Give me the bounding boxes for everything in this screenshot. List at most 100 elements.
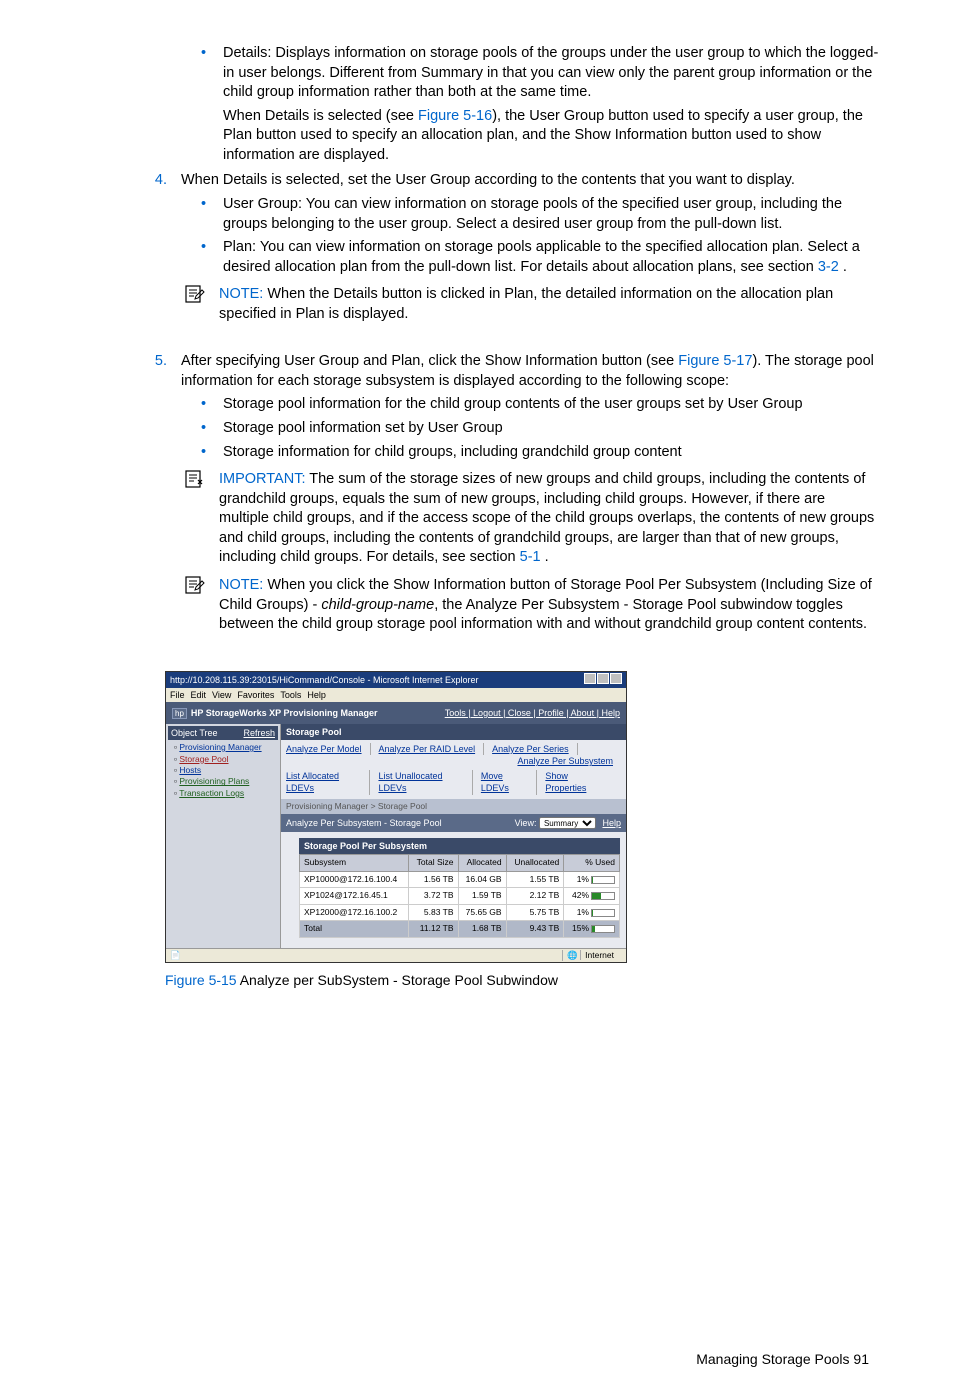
step5-b1-text: Storage pool information for the child g… — [223, 395, 879, 415]
table-row-total: Total11.12 TB1.68 TB9.43 TB15% — [300, 921, 620, 937]
bullet-dot: • — [201, 195, 213, 234]
link-figure-5-16[interactable]: Figure 5-16 — [418, 108, 492, 124]
link-section-5-1[interactable]: 5-1 — [520, 549, 541, 565]
step-4: 4. When Details is selected, set the Use… — [75, 171, 879, 191]
note2-italic: child-group-name — [321, 597, 434, 613]
subheader: Analyze Per Subsystem - Storage Pool Vie… — [281, 814, 626, 832]
bullet-dot: • — [201, 395, 213, 415]
imp-after: . — [541, 549, 549, 565]
tree-header: Object Tree Refresh — [168, 726, 278, 740]
link-list-allocated-ldevs[interactable]: List Allocated LDEVs — [286, 771, 339, 793]
maximize-icon[interactable] — [597, 673, 609, 684]
linkbar-1: Analyze Per Model Analyze Per RAID Level A… — [281, 740, 626, 770]
figure-number: Figure 5-15 — [165, 972, 237, 988]
breadcrumb: Provisioning Manager > Storage Pool — [281, 799, 626, 814]
view-select[interactable]: Summary — [539, 817, 596, 829]
subheader-right: View: Summary Help — [515, 817, 621, 829]
important-icon — [185, 470, 205, 488]
tree-item[interactable]: ▫ Provisioning Manager — [174, 742, 278, 753]
link-figure-5-17[interactable]: Figure 5-17 — [678, 353, 752, 369]
link-analyze-per-raid-level[interactable]: Analyze Per RAID Level — [379, 744, 476, 754]
tree-item[interactable]: ▫ Hosts — [174, 765, 278, 776]
object-tree-panel: Object Tree Refresh ▫ Provisioning Manag… — [166, 724, 281, 948]
step5-b3: • Storage information for child groups, … — [75, 443, 879, 463]
bullet-details-body: Details: Displays information on storage… — [223, 44, 879, 165]
faux-titlebar: http://10.208.115.39:23015/HiCommand/Con… — [166, 672, 626, 688]
step4-note-text: When the Details button is clicked in Pl… — [219, 286, 833, 322]
step4-note-body: NOTE: When the Details button is clicked… — [219, 285, 879, 324]
appbar-left: hp HP StorageWorks XP Provisioning Manage… — [172, 707, 377, 720]
step5-important: IMPORTANT: The sum of the storage sizes … — [75, 470, 879, 568]
step5-important-body: IMPORTANT: The sum of the storage sizes … — [219, 470, 879, 568]
col-header: Subsystem — [300, 855, 409, 871]
faux-appbar: hp HP StorageWorks XP Provisioning Manage… — [166, 702, 626, 724]
faux-title: http://10.208.115.39:23015/HiCommand/Con… — [170, 674, 479, 686]
figure-5-15: http://10.208.115.39:23015/HiCommand/Con… — [165, 671, 879, 990]
view-label: View: — [515, 818, 537, 828]
step-5-body: After specifying User Group and Plan, cl… — [181, 352, 879, 391]
link-move-ldevs[interactable]: Move LDEVs — [481, 771, 509, 793]
status-right: 🌐 Internet — [544, 950, 622, 961]
step-4-num: 4. — [145, 171, 167, 191]
figure-title: Analyze per SubSystem - Storage Pool Sub… — [237, 972, 558, 988]
minimize-icon[interactable] — [584, 673, 596, 684]
status-left: 📄 — [170, 950, 181, 961]
col-header: Unallocated — [506, 855, 564, 871]
note2-label: NOTE: — [219, 577, 267, 593]
linkbar-2: List Allocated LDEVs List Unallocated LDE… — [281, 770, 626, 798]
step5-b2: • Storage pool information set by User G… — [75, 419, 879, 439]
menu-edit[interactable]: Edit — [191, 690, 207, 700]
refresh-link[interactable]: Refresh — [243, 727, 275, 739]
step5-b2-text: Storage pool information set by User Gro… — [223, 419, 879, 439]
menu-view[interactable]: View — [212, 690, 231, 700]
link-analyze-per-model[interactable]: Analyze Per Model — [286, 744, 362, 754]
col-header: % Used — [564, 855, 620, 871]
menu-help[interactable]: Help — [307, 690, 326, 700]
note-label: NOTE: — [219, 286, 267, 302]
main-header: Storage Pool — [281, 724, 626, 740]
link-list-unallocated-ldevs[interactable]: List Unallocated LDEVs — [378, 771, 442, 793]
table-title: Storage Pool Per Subsystem — [299, 838, 620, 854]
step5-b3-text: Storage information for child groups, in… — [223, 443, 879, 463]
step5-b1: • Storage pool information for the child… — [75, 395, 879, 415]
bullet-dot: • — [201, 238, 213, 277]
plan-after: . — [839, 259, 847, 275]
step5-note: NOTE: When you click the Show Informatio… — [75, 576, 879, 635]
bullet-dot: • — [201, 419, 213, 439]
step5-note-body: NOTE: When you click the Show Informatio… — [219, 576, 879, 635]
tree-item[interactable]: ▫ Transaction Logs — [174, 788, 278, 799]
col-header: Total Size — [409, 855, 458, 871]
close-icon[interactable] — [610, 673, 622, 684]
note-icon — [185, 285, 205, 303]
menu-tools[interactable]: Tools — [280, 690, 301, 700]
app-links[interactable]: Tools | Logout | Close | Profile | About… — [445, 707, 620, 719]
link-show-properties[interactable]: Show Properties — [545, 771, 586, 793]
faux-menubar: File Edit View Favorites Tools Help — [166, 688, 626, 702]
statusbar: 📄 🌐 Internet — [166, 948, 626, 962]
col-header: Allocated — [458, 855, 506, 871]
link-analyze-per-subsystem[interactable]: Analyze Per Subsystem — [517, 756, 613, 766]
step-5-num: 5. — [145, 352, 167, 391]
menu-favorites[interactable]: Favorites — [237, 690, 274, 700]
step4-plan-body: Plan: You can view information on storag… — [223, 238, 879, 277]
step-5: 5. After specifying User Group and Plan,… — [75, 352, 879, 391]
table-row: XP10000@172.16.100.41.56 TB16.04 GB1.55 … — [300, 871, 620, 887]
tree-item[interactable]: ▫ Provisioning Plans — [174, 776, 278, 787]
help-link[interactable]: Help — [602, 818, 621, 828]
tree-item[interactable]: ▫ Storage Pool — [174, 754, 278, 765]
bullet-details: • Details: Displays information on stora… — [75, 44, 879, 165]
tree-list: ▫ Provisioning Manager▫ Storage Pool▫ Ho… — [168, 742, 278, 799]
tree-hdr-label: Object Tree — [171, 727, 218, 739]
step5-before: After specifying User Group and Plan, cl… — [181, 353, 678, 369]
page-footer: Managing Storage Pools 91 — [75, 1350, 879, 1369]
hp-logo-icon: hp — [172, 708, 187, 719]
note-icon — [185, 576, 205, 594]
plan-before: Plan: You can view information on storag… — [223, 239, 860, 275]
window-buttons — [583, 673, 622, 687]
link-section-3-2[interactable]: 3-2 — [818, 259, 839, 275]
app-name: HP StorageWorks XP Provisioning Manager — [191, 708, 378, 718]
menu-file[interactable]: File — [170, 690, 185, 700]
link-analyze-per-series[interactable]: Analyze Per Series — [492, 744, 569, 754]
step-4-text: When Details is selected, set the User G… — [181, 171, 879, 191]
table-header-row: SubsystemTotal SizeAllocatedUnallocated%… — [300, 855, 620, 871]
